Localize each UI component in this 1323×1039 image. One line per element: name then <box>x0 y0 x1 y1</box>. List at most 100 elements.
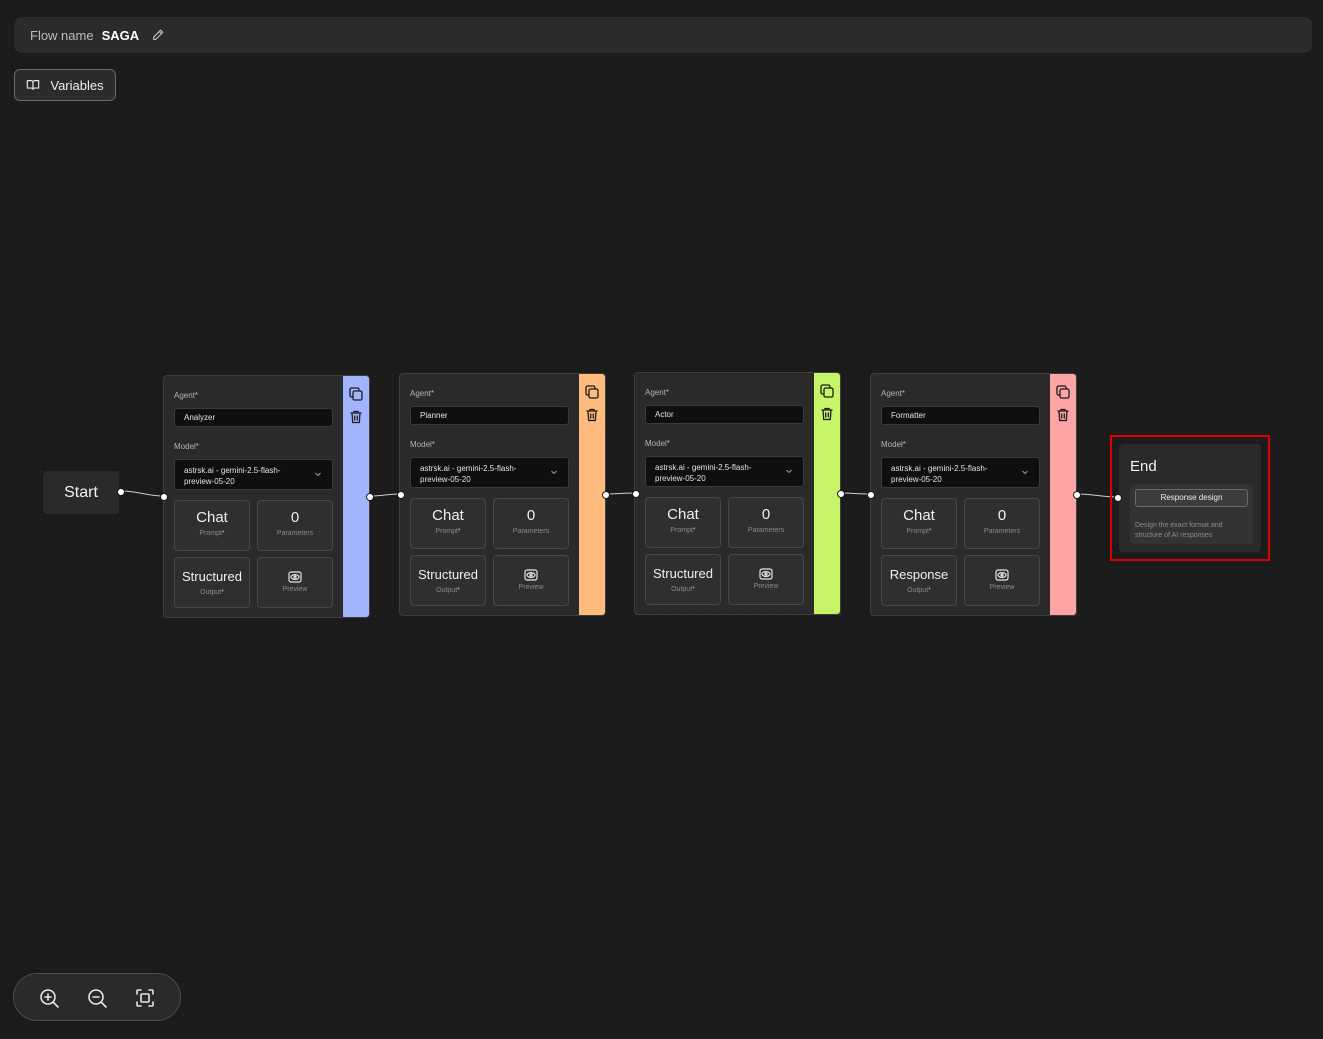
agent-field-label: Agent* <box>645 388 670 397</box>
copy-icon[interactable] <box>348 386 364 402</box>
trash-icon[interactable] <box>584 407 600 423</box>
output-subtitle: Output* <box>200 589 224 596</box>
start-label: Start <box>64 483 98 501</box>
prompt-title: Chat <box>667 506 699 523</box>
trash-icon[interactable] <box>1055 407 1071 423</box>
response-design-button[interactable]: Response design <box>1135 489 1248 507</box>
model-select-value: astrsk.ai - gemini-2.5-flash-preview-05-… <box>655 463 752 483</box>
preview-tile[interactable]: Preview <box>964 555 1040 606</box>
prompt-tile[interactable]: Chat Prompt* <box>881 498 957 549</box>
chevron-down-icon <box>786 469 792 474</box>
copy-icon[interactable] <box>584 384 600 400</box>
planner-target-handle[interactable] <box>397 491 405 499</box>
response-design-card: Response design Design the exact format … <box>1130 484 1253 544</box>
agent-node-formatter[interactable]: Agent* Formatter Model* astrsk.ai - gemi… <box>870 373 1077 616</box>
parameters-subtitle: Parameters <box>747 527 785 534</box>
agent-name-input[interactable]: Formatter <box>881 406 1040 425</box>
model-field-label: Model* <box>410 440 435 449</box>
model-field-label: Model* <box>174 442 199 451</box>
model-select[interactable]: astrsk.ai - gemini-2.5-flash-preview-05-… <box>174 459 333 490</box>
agent-node-analyzer[interactable]: Agent* Analyzer Model* astrsk.ai - gemin… <box>163 375 370 618</box>
analyzer-target-handle[interactable] <box>160 493 168 501</box>
end-node[interactable]: End Response design Design the exact for… <box>1119 444 1261 552</box>
copy-icon[interactable] <box>1055 384 1071 400</box>
variables-button[interactable]: Variables <box>14 69 116 101</box>
agent-field-label: Agent* <box>410 389 435 398</box>
model-field-label: Model* <box>881 440 906 449</box>
copy-icon[interactable] <box>819 383 835 399</box>
trash-icon[interactable] <box>348 409 364 425</box>
start-node[interactable]: Start <box>43 471 119 514</box>
output-tile[interactable]: Structured Output* <box>410 555 486 606</box>
agent-field-label: Agent* <box>881 389 906 398</box>
preview-subtitle: Preview <box>518 584 544 591</box>
end-target-handle[interactable] <box>1114 494 1122 502</box>
prompt-tile[interactable]: Chat Prompt* <box>410 498 486 549</box>
model-select-value: astrsk.ai - gemini-2.5-flash-preview-05-… <box>891 464 988 484</box>
output-title: Structured <box>653 566 713 581</box>
zoom-in-icon[interactable] <box>38 987 60 1009</box>
chevron-down-icon <box>1022 470 1028 475</box>
prompt-tile[interactable]: Chat Prompt* <box>645 497 721 548</box>
parameters-count: 0 <box>290 509 300 526</box>
formatter-source-handle[interactable] <box>1073 491 1081 499</box>
output-tile[interactable]: Structured Output* <box>174 557 250 608</box>
preview-tile[interactable]: Preview <box>493 555 569 606</box>
parameters-count: 0 <box>997 507 1007 524</box>
parameters-tile[interactable]: 0 Parameters <box>257 500 333 551</box>
trash-icon[interactable] <box>819 406 835 422</box>
planner-source-handle[interactable] <box>602 491 610 499</box>
pencil-icon[interactable] <box>151 28 165 42</box>
agent-name-input[interactable]: Analyzer <box>174 408 333 427</box>
prompt-title: Chat <box>432 507 464 524</box>
parameters-tile[interactable]: 0 Parameters <box>728 497 804 548</box>
model-select[interactable]: astrsk.ai - gemini-2.5-flash-preview-05-… <box>645 456 804 487</box>
prompt-subtitle: Prompt* <box>670 527 696 534</box>
output-title: Structured <box>418 567 478 582</box>
prompt-title: Chat <box>903 507 935 524</box>
book-open-icon <box>27 80 40 90</box>
analyzer-source-handle[interactable] <box>366 493 374 501</box>
model-select[interactable]: astrsk.ai - gemini-2.5-flash-preview-05-… <box>881 457 1040 488</box>
agent-node-actor[interactable]: Agent* Actor Model* astrsk.ai - gemini-2… <box>634 372 841 615</box>
preview-subtitle: Preview <box>989 584 1015 591</box>
fit-view-icon[interactable] <box>134 987 156 1009</box>
formatter-target-handle[interactable] <box>867 491 875 499</box>
eye-icon <box>288 571 302 583</box>
agent-node-planner[interactable]: Agent* Planner Model* astrsk.ai - gemini… <box>399 373 606 616</box>
output-title: Response <box>889 567 949 582</box>
parameters-tile[interactable]: 0 Parameters <box>493 498 569 549</box>
model-select-value: astrsk.ai - gemini-2.5-flash-preview-05-… <box>420 464 517 484</box>
agent-name-input[interactable]: Actor <box>645 405 804 424</box>
parameters-count: 0 <box>526 507 536 524</box>
end-node-highlight: End Response design Design the exact for… <box>1110 435 1270 561</box>
output-tile[interactable]: Structured Output* <box>645 554 721 605</box>
actor-source-handle[interactable] <box>837 490 845 498</box>
prompt-subtitle: Prompt* <box>906 528 932 535</box>
actor-target-handle[interactable] <box>632 490 640 498</box>
edge-start-analyzer <box>120 490 165 497</box>
preview-subtitle: Preview <box>282 586 308 593</box>
chevron-down-icon <box>315 472 321 477</box>
parameters-subtitle: Parameters <box>983 528 1021 535</box>
flow-name-bar: Flow name SAGA <box>14 17 1312 53</box>
variables-label: Variables <box>50 77 104 93</box>
parameters-count: 0 <box>761 506 771 523</box>
output-subtitle: Output* <box>671 586 695 593</box>
start-source-handle[interactable] <box>117 488 125 496</box>
prompt-subtitle: Prompt* <box>199 530 225 537</box>
parameters-tile[interactable]: 0 Parameters <box>964 498 1040 549</box>
preview-tile[interactable]: Preview <box>257 557 333 608</box>
output-tile[interactable]: Response Output* <box>881 555 957 606</box>
prompt-subtitle: Prompt* <box>435 528 461 535</box>
agent-name-input[interactable]: Planner <box>410 406 569 425</box>
prompt-tile[interactable]: Chat Prompt* <box>174 500 250 551</box>
model-select[interactable]: astrsk.ai - gemini-2.5-flash-preview-05-… <box>410 457 569 488</box>
zoom-out-icon[interactable] <box>86 987 108 1009</box>
eye-icon <box>759 568 773 580</box>
flow-name-value: SAGA <box>101 27 140 43</box>
preview-tile[interactable]: Preview <box>728 554 804 605</box>
response-design-description: Design the exact format and structure of… <box>1135 522 1223 539</box>
flow-name-label: Flow name <box>30 27 94 43</box>
prompt-title: Chat <box>196 509 228 526</box>
